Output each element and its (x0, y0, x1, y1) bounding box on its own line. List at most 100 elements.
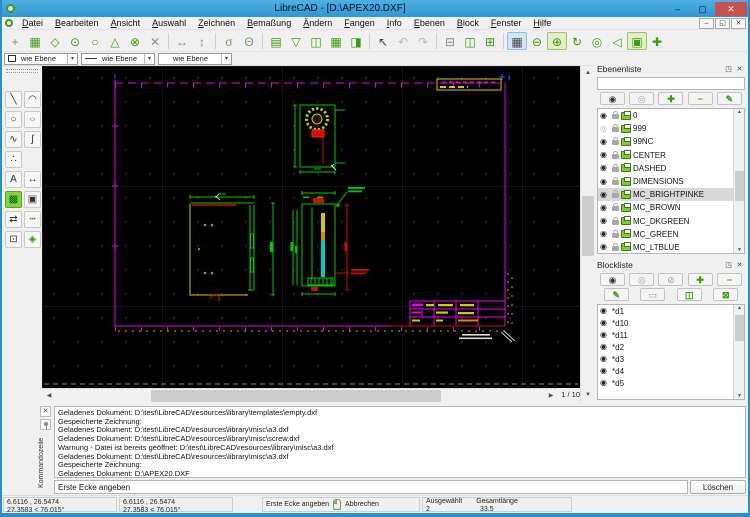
menu-bemassung[interactable]: Bemaßung (241, 17, 297, 30)
block-row[interactable]: ◉ *d11 (598, 329, 744, 341)
eye-icon[interactable]: ◉ (600, 190, 610, 200)
command-input[interactable]: Erste Ecke angeben (54, 480, 688, 494)
measure-tool-icon[interactable]: ┅ (24, 211, 41, 228)
hatch-tool-icon[interactable]: ▩ (5, 191, 22, 208)
eye-icon[interactable]: ◉ (600, 342, 610, 352)
zoom-out-icon[interactable]: ⊖ (527, 32, 547, 50)
block-row[interactable]: ◉ *d4 (598, 365, 744, 377)
block-rename-icon[interactable]: ▭ (640, 288, 665, 301)
print-icon[interactable] (621, 243, 631, 251)
layer-row[interactable]: ◉ 99NC (598, 135, 744, 148)
print-icon[interactable] (621, 112, 631, 120)
zoom-pan-icon[interactable]: ✚ (647, 32, 667, 50)
linewidth-combo[interactable]: wie Ebene ▾ (158, 53, 232, 65)
circle-tool-icon[interactable]: ○ (5, 111, 22, 128)
snap-intersection-icon[interactable]: ⊗ (125, 32, 145, 50)
block-row[interactable]: ◉ *d1 (598, 305, 744, 317)
eye-icon[interactable]: ◉ (600, 137, 610, 147)
new-document-icon[interactable]: ▤ (266, 32, 286, 50)
selection-pointer-icon[interactable]: ↖ (373, 32, 393, 50)
print-icon[interactable] (621, 217, 631, 225)
blocks-freeze-all-icon[interactable]: ◎ (629, 273, 654, 286)
zoom-redraw-icon[interactable]: ↻ (567, 32, 587, 50)
menu-aendern[interactable]: Ändern (297, 17, 338, 30)
print-icon[interactable] (621, 138, 631, 146)
close-panel-icon[interactable]: ✕ (40, 406, 51, 417)
window-cascade-icon[interactable]: ◫ (460, 32, 480, 50)
eye-icon[interactable]: ◉ (600, 150, 610, 160)
window-new-icon[interactable]: ⊞ (480, 32, 500, 50)
eye-icon[interactable]: ◉ (600, 366, 610, 376)
eye-icon[interactable]: ◉ (600, 163, 610, 173)
horizontal-scroll-thumb[interactable] (151, 390, 441, 402)
layer-row[interactable]: ◉ MC_GREEN (598, 228, 744, 241)
block-add-icon[interactable]: ✚ (688, 273, 713, 286)
redo-icon[interactable]: ↷ (413, 32, 433, 50)
point-tool-icon[interactable]: ∴ (5, 151, 22, 168)
scroll-down-icon[interactable]: ▼ (581, 388, 595, 402)
undo-icon[interactable]: ↶ (393, 32, 413, 50)
eye-icon[interactable]: ◉ (600, 354, 610, 364)
lock-icon[interactable] (612, 154, 619, 159)
print-icon[interactable] (621, 230, 631, 238)
print-icon[interactable] (621, 164, 631, 172)
chevron-down-icon[interactable]: ▾ (67, 54, 77, 64)
zoom-window-icon[interactable]: ▣ (627, 32, 647, 50)
set-relative-zero-icon[interactable]: Θ (239, 32, 259, 50)
layers-defreeze-all-icon[interactable]: ◉ (600, 92, 625, 105)
linetype-combo[interactable]: wie Ebene ▾ (81, 53, 155, 65)
layer-panel-titlebar[interactable]: Ebenenliste ◳ ✕ (594, 62, 748, 76)
scroll-down-icon[interactable]: ▼ (734, 393, 745, 399)
scroll-up-icon[interactable]: ▲ (734, 305, 745, 311)
block-edit-icon[interactable]: ✎ (604, 288, 629, 301)
menu-auswahl[interactable]: Auswahl (146, 17, 192, 30)
snap-free-icon[interactable]: ✕ (145, 32, 165, 50)
command-tab-label[interactable]: Kommandozeile (38, 433, 50, 493)
crosshair-icon[interactable]: + (5, 32, 25, 50)
arc-tool-icon[interactable]: ◠ (24, 91, 41, 108)
layer-row[interactable]: ◉ MC_DKGREEN (598, 215, 744, 228)
snap-on-entity-icon[interactable]: ⊙ (65, 32, 85, 50)
print-icon[interactable] (621, 125, 631, 133)
print-icon[interactable]: ▦ (326, 32, 346, 50)
layer-row[interactable]: ◉ MC_BROWN (598, 201, 744, 214)
block-toggle-view-icon[interactable]: ⊘ (658, 273, 683, 286)
zoom-previous-icon[interactable]: ◁ (607, 32, 627, 50)
menu-fenster[interactable]: Fenster (485, 17, 528, 30)
grid-toggle-icon[interactable]: ▦ (507, 32, 527, 50)
layer-filter-input[interactable] (597, 77, 745, 90)
eye-icon[interactable]: ◉ (600, 242, 610, 252)
snap-grid-icon[interactable]: ▦ (25, 32, 45, 50)
lock-icon[interactable] (612, 206, 619, 211)
layers-freeze-all-icon[interactable]: ◎ (629, 92, 654, 105)
lock-icon[interactable] (612, 220, 619, 225)
scroll-thumb[interactable] (735, 171, 744, 201)
spline-tool-icon[interactable]: ∿ (5, 131, 22, 148)
eye-icon[interactable]: ◉ (600, 378, 610, 388)
save-document-icon[interactable]: ◫ (306, 32, 326, 50)
document-icon[interactable] (5, 19, 13, 27)
select-tool-icon[interactable]: ◈ (24, 231, 41, 248)
pin-icon[interactable] (40, 419, 51, 430)
restrict-horizontal-icon[interactable]: ↔ (172, 32, 192, 50)
block-row[interactable]: ◉ *d2 (598, 341, 744, 353)
lock-relative-zero-icon[interactable]: σ (219, 32, 239, 50)
menu-ebenen[interactable]: Ebenen (408, 17, 451, 30)
eye-icon[interactable]: ◉ (600, 330, 610, 340)
layer-row-selected[interactable]: ◉ MC_BRIGHTPINKE (598, 188, 744, 201)
layer-list-scrollbar[interactable]: ▲ ▼ (733, 109, 744, 253)
layer-row[interactable]: ◉ DASHED (598, 162, 744, 175)
ellipse-tool-icon[interactable]: ○ (24, 111, 41, 128)
vertical-scrollbar[interactable]: ▲ ▼ (580, 66, 594, 402)
dimension-tool-icon[interactable]: ↔ (24, 171, 41, 188)
eye-icon[interactable]: ◉ (600, 216, 610, 226)
layer-row[interactable]: ◉ DIMENSIONS (598, 175, 744, 188)
menu-fangen[interactable]: Fangen (338, 17, 381, 30)
close-button[interactable]: ✕ (715, 2, 747, 16)
eye-icon[interactable]: ◉ (600, 203, 610, 213)
eye-icon[interactable]: ◉ (600, 229, 610, 239)
print-icon[interactable] (621, 178, 631, 186)
mdi-close-button[interactable]: ✕ (731, 18, 746, 29)
modify-tool-icon[interactable]: ⇄ (5, 211, 22, 228)
menu-bearbeiten[interactable]: Bearbeiten (49, 17, 105, 30)
